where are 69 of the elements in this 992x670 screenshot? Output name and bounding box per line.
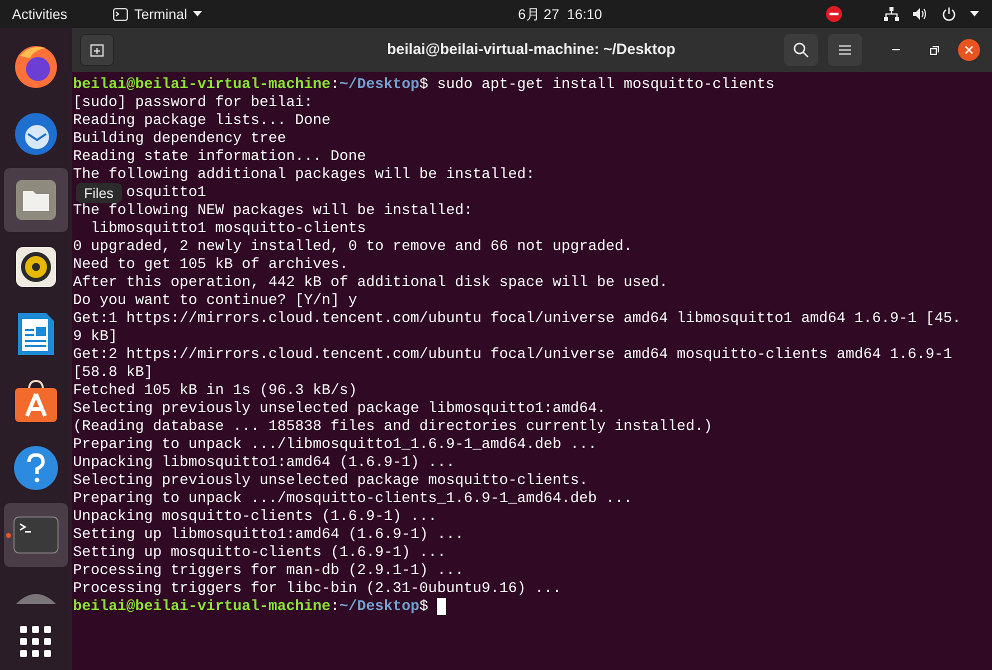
- output-line: Unpacking libmosquitto1:amd64 (1.6.9-1) ...: [73, 455, 455, 471]
- running-indicator: [6, 533, 11, 538]
- output-line: 0 upgraded, 2 newly installed, 0 to remove and 66 not upgraded.: [73, 239, 632, 255]
- restore-icon: [930, 46, 938, 54]
- app-grid-icon: [20, 626, 52, 658]
- volume-icon[interactable]: [913, 7, 928, 21]
- output-line: Do you want to continue? [Y/n] y: [73, 293, 358, 309]
- app-menu[interactable]: Terminal: [113, 4, 202, 24]
- output-line: 9 kB]: [73, 329, 118, 345]
- menu-button[interactable]: [828, 34, 862, 66]
- dock-tooltip: Files: [76, 183, 122, 203]
- prompt-path: ~/Desktop: [339, 76, 420, 94]
- folder-icon: [14, 178, 58, 222]
- help-icon: [13, 445, 59, 491]
- command-text: sudo apt-get install mosquitto-clients: [436, 76, 775, 94]
- output-line: The following NEW packages will be installed:: [73, 203, 473, 219]
- search-button[interactable]: [784, 34, 818, 66]
- caret-icon: [193, 11, 202, 17]
- close-icon: [965, 46, 973, 54]
- speaker-icon: [14, 245, 58, 289]
- document-icon: [16, 311, 56, 357]
- output-line: libmosquitto1 mosquitto-clients: [90, 221, 366, 237]
- minimize-icon: [892, 49, 900, 51]
- caret-icon[interactable]: [970, 11, 979, 17]
- output-line: Reading package lists... Done: [73, 113, 331, 129]
- text-cursor: [437, 598, 446, 615]
- power-icon[interactable]: [942, 7, 956, 21]
- prompt-symbol: $: [419, 76, 428, 94]
- output-line: Reading state information... Done: [73, 149, 366, 165]
- shopping-bag-icon: [13, 378, 59, 424]
- output-line: Preparing to unpack .../mosquitto-clients_1.6.9-1_amd64.deb ...: [73, 491, 632, 507]
- output-line: Selecting previously unselected package libmosquitto1:amd64.: [73, 401, 606, 417]
- output-line: [sudo] password for beilai:: [73, 95, 313, 111]
- terminal-icon: [113, 8, 128, 20]
- prompt-separator: :: [330, 76, 340, 94]
- dock-item[interactable]: [4, 168, 68, 232]
- search-icon: [793, 42, 809, 58]
- output-line: Fetched 105 kB in 1s (96.3 kB/s): [73, 383, 358, 399]
- menu-icon: [839, 45, 851, 55]
- terminal-icon: [13, 516, 59, 554]
- output-line: After this operation, 442 kB of additional disk space will be used.: [73, 275, 668, 291]
- output-line: Building dependency tree: [73, 131, 286, 147]
- network-icon[interactable]: [884, 7, 899, 21]
- output-line: Selecting previously unselected package mosquitto-clients.: [73, 473, 588, 489]
- output-line: Processing triggers for man-db (2.9.1-1) ...: [73, 563, 464, 579]
- output-line: Get:2 https://mirrors.cloud.tencent.com/ubuntu focal/universe amd64 mosquitto-clients amd64 1.6.9-1: [73, 347, 952, 363]
- output-line: The following additional packages will be installed:: [73, 167, 535, 183]
- new-tab-button[interactable]: [80, 34, 114, 66]
- output-line: Get:1 https://mirrors.cloud.tencent.com/ubuntu focal/universe amd64 libmosquitto1 amd64 1.6.9-1 [45.: [73, 311, 961, 327]
- prompt-path: ~/Desktop: [339, 598, 420, 616]
- output-line: Setting up mosquitto-clients (1.6.9-1) ...: [73, 545, 446, 561]
- activities-button[interactable]: Activities: [12, 4, 68, 24]
- clock[interactable]: 6月 27 16:10: [518, 4, 602, 24]
- no-entry-icon[interactable]: [826, 6, 842, 22]
- close-button[interactable]: [958, 39, 980, 61]
- output-line: Unpacking mosquitto-clients (1.6.9-1) ...: [73, 509, 438, 525]
- prompt-symbol: $: [419, 598, 428, 616]
- output-line: Setting up libmosquitto1:amd64 (1.6.9-1) ...: [73, 527, 464, 543]
- output-line: (Reading database ... 185838 files and directories currently installed.): [73, 419, 712, 435]
- output-line: Need to get 105 kB of archives.: [73, 257, 348, 273]
- window-title: beilai@beilai-virtual-machine: ~/Desktop: [387, 40, 676, 60]
- prompt-user: beilai@beilai-virtual-machine: [73, 598, 331, 616]
- prompt-separator: :: [330, 598, 340, 616]
- output-line: Processing triggers for libc-bin (2.31-0ubuntu9.16) ...: [73, 581, 562, 597]
- new-tab-icon: [90, 44, 104, 56]
- output-line: Preparing to unpack .../libmosquitto1_1.6.9-1_amd64.deb ...: [73, 437, 597, 453]
- prompt-user: beilai@beilai-virtual-machine: [73, 76, 331, 94]
- output-line: osquitto1: [126, 185, 206, 201]
- output-line: [58.8 kB]: [73, 365, 153, 381]
